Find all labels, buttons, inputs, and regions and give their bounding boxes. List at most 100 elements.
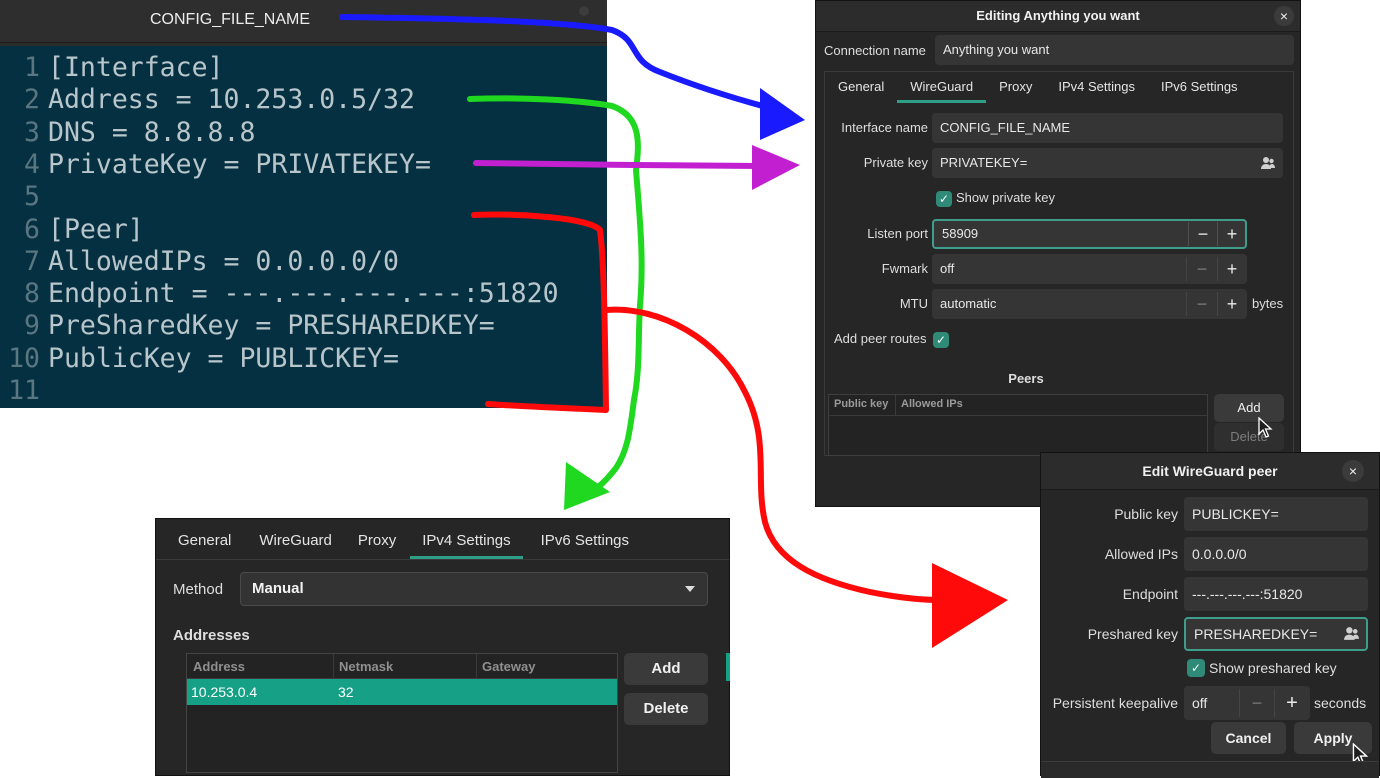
line-number: 3 xyxy=(24,116,40,148)
text-editor-window: CONFIG_FILE_NAME 1 [Interface] 2 Address = … xyxy=(0,0,607,408)
chevron-down-icon xyxy=(685,586,695,592)
address-cell[interactable]: 10.253.0.4 xyxy=(191,684,257,700)
fwmark-label: Fwmark xyxy=(881,261,928,276)
green-arrowhead xyxy=(564,462,610,510)
delete-address-button[interactable]: Delete xyxy=(624,693,708,725)
persistent-keepalive-label: Persistent keepalive xyxy=(1052,695,1178,711)
tab-wireguard[interactable]: WireGuard xyxy=(897,73,987,103)
code-line[interactable]: [Interface] xyxy=(48,52,224,83)
column-allowed-ips: Allowed IPs xyxy=(901,398,963,410)
line-number: 11 xyxy=(8,375,40,406)
code-line[interactable]: DNS = 8.8.8.8 xyxy=(48,117,255,148)
peers-table-header: Public key Allowed IPs xyxy=(829,395,1207,416)
mouse-cursor-icon xyxy=(1257,416,1273,439)
peers-heading: Peers xyxy=(1008,371,1044,386)
keepalive-increment[interactable]: + xyxy=(1274,689,1309,717)
connection-tabs: General WireGuard Proxy IPv4 Settings IP… xyxy=(825,73,1251,103)
listen-port-label: Listen port xyxy=(867,226,928,241)
connection-name-field[interactable]: Anything you want xyxy=(935,35,1294,65)
column-public-key: Public key xyxy=(834,398,889,410)
add-address-button[interactable]: Add xyxy=(624,653,708,685)
preshared-key-field[interactable]: PRESHAREDKEY= xyxy=(1184,617,1368,651)
show-preshared-key-checkbox[interactable]: ✓ xyxy=(1187,659,1205,677)
code-line[interactable]: AllowedIPs = 0.0.0.0/0 xyxy=(48,246,399,277)
close-icon[interactable]: × xyxy=(1342,460,1364,482)
tab-ipv6-settings[interactable]: IPv6 Settings xyxy=(523,525,641,559)
method-select[interactable]: Manual xyxy=(240,572,708,606)
tab-proxy[interactable]: Proxy xyxy=(344,525,410,559)
ipv4-panel-tabs: General WireGuard Proxy IPv4 Settings IP… xyxy=(162,525,641,559)
method-value: Manual xyxy=(252,580,304,597)
user-secret-icon[interactable] xyxy=(1260,155,1276,171)
preshared-key-label: Preshared key xyxy=(1087,626,1178,642)
code-line[interactable]: PreSharedKey = PRESHAREDKEY= xyxy=(48,310,495,341)
listen-port-increment[interactable]: + xyxy=(1217,222,1246,246)
show-private-key-checkbox[interactable]: ✓ xyxy=(936,191,952,207)
netmask-cell[interactable]: 32 xyxy=(338,684,354,700)
allowed-ips-field[interactable]: 0.0.0.0/0 xyxy=(1184,537,1368,571)
show-private-key-label: Show private key xyxy=(956,190,1055,205)
user-secret-icon[interactable] xyxy=(1343,625,1360,642)
connection-name-label: Connection name xyxy=(824,43,926,58)
fwmark-decrement[interactable]: − xyxy=(1186,257,1217,281)
edit-wireguard-peer-dialog: Edit WireGuard peer × Public key PUBLICK… xyxy=(1040,452,1380,778)
code-area[interactable]: 1 [Interface] 2 Address = 10.253.0.5/32 3 DNS… xyxy=(0,46,607,408)
code-line[interactable]: PrivateKey = PRIVATEKEY= xyxy=(48,149,431,180)
close-icon[interactable]: × xyxy=(1274,6,1294,26)
tab-general[interactable]: General xyxy=(825,73,897,103)
allowed-ips-label: Allowed IPs xyxy=(1104,546,1178,562)
mtu-label: MTU xyxy=(899,296,928,311)
editor-title: CONFIG_FILE_NAME xyxy=(149,11,311,28)
line-number: 1 xyxy=(24,52,40,83)
endpoint-field[interactable]: ---.---.---.---:51820 xyxy=(1184,577,1368,611)
public-key-label: Public key xyxy=(1114,506,1178,522)
code-line[interactable]: PublicKey = PUBLICKEY= xyxy=(48,343,399,374)
code-line[interactable]: Endpoint = ---.---.---.---:51820 xyxy=(48,278,559,309)
delete-peer-button[interactable]: Delete xyxy=(1214,423,1284,451)
addresses-heading: Addresses xyxy=(173,627,250,644)
dialog-title: Edit WireGuard peer xyxy=(1142,463,1278,479)
add-peer-button[interactable]: Add xyxy=(1214,394,1284,422)
editing-connection-dialog: Editing Anything you want × Connection n… xyxy=(815,0,1301,507)
fwmark-increment[interactable]: + xyxy=(1217,257,1246,281)
code-line[interactable]: Address = 10.253.0.5/32 xyxy=(48,84,415,115)
interface-name-label: Interface name xyxy=(841,120,928,135)
endpoint-label: Endpoint xyxy=(1122,586,1178,602)
column-gateway: Gateway xyxy=(482,659,536,674)
column-address: Address xyxy=(193,659,246,674)
tab-ipv4-settings[interactable]: IPv4 Settings xyxy=(1045,73,1148,103)
tab-ipv4-settings[interactable]: IPv4 Settings xyxy=(410,525,523,559)
listen-port-decrement[interactable]: − xyxy=(1188,222,1217,246)
add-peer-routes-checkbox[interactable]: ✓ xyxy=(933,332,949,348)
private-key-label: Private key xyxy=(863,155,928,170)
line-number: 9 xyxy=(24,310,40,342)
table-row[interactable]: 10.253.0.4 32 xyxy=(187,679,617,705)
line-number: 5 xyxy=(24,181,40,213)
line-number: 7 xyxy=(24,245,40,277)
dialog-title: Editing Anything you want xyxy=(976,8,1140,23)
keepalive-decrement[interactable]: − xyxy=(1239,689,1274,717)
tab-proxy[interactable]: Proxy xyxy=(986,73,1045,103)
mtu-decrement[interactable]: − xyxy=(1186,292,1217,316)
ipv4-settings-panel: General WireGuard Proxy IPv4 Settings IP… xyxy=(155,518,730,776)
addresses-table[interactable]: Address Netmask Gateway 10.253.0.4 32 xyxy=(186,653,618,773)
addresses-table-header: Address Netmask Gateway xyxy=(187,654,617,679)
tab-wireguard[interactable]: WireGuard xyxy=(247,525,344,559)
tab-general[interactable]: General xyxy=(162,525,247,559)
scroll-indicator xyxy=(726,653,730,681)
column-netmask: Netmask xyxy=(339,659,394,674)
show-preshared-key-label: Show preshared key xyxy=(1209,660,1337,676)
method-label: Method xyxy=(173,581,224,598)
peers-table[interactable]: Public key Allowed IPs xyxy=(828,394,1208,456)
add-peer-routes-label: Add peer routes xyxy=(834,331,927,346)
public-key-field[interactable]: PUBLICKEY= xyxy=(1184,497,1368,531)
blue-arrowhead xyxy=(760,88,805,140)
keepalive-unit-label: seconds xyxy=(1314,695,1367,711)
private-key-field[interactable]: PRIVATEKEY= xyxy=(932,148,1283,178)
code-line[interactable]: [Peer] xyxy=(48,214,144,245)
window-control-icon[interactable] xyxy=(579,6,589,16)
mtu-increment[interactable]: + xyxy=(1217,292,1246,316)
tab-ipv6-settings[interactable]: IPv6 Settings xyxy=(1148,73,1251,103)
interface-name-field[interactable]: CONFIG_FILE_NAME xyxy=(932,113,1283,143)
cancel-button[interactable]: Cancel xyxy=(1211,722,1286,754)
